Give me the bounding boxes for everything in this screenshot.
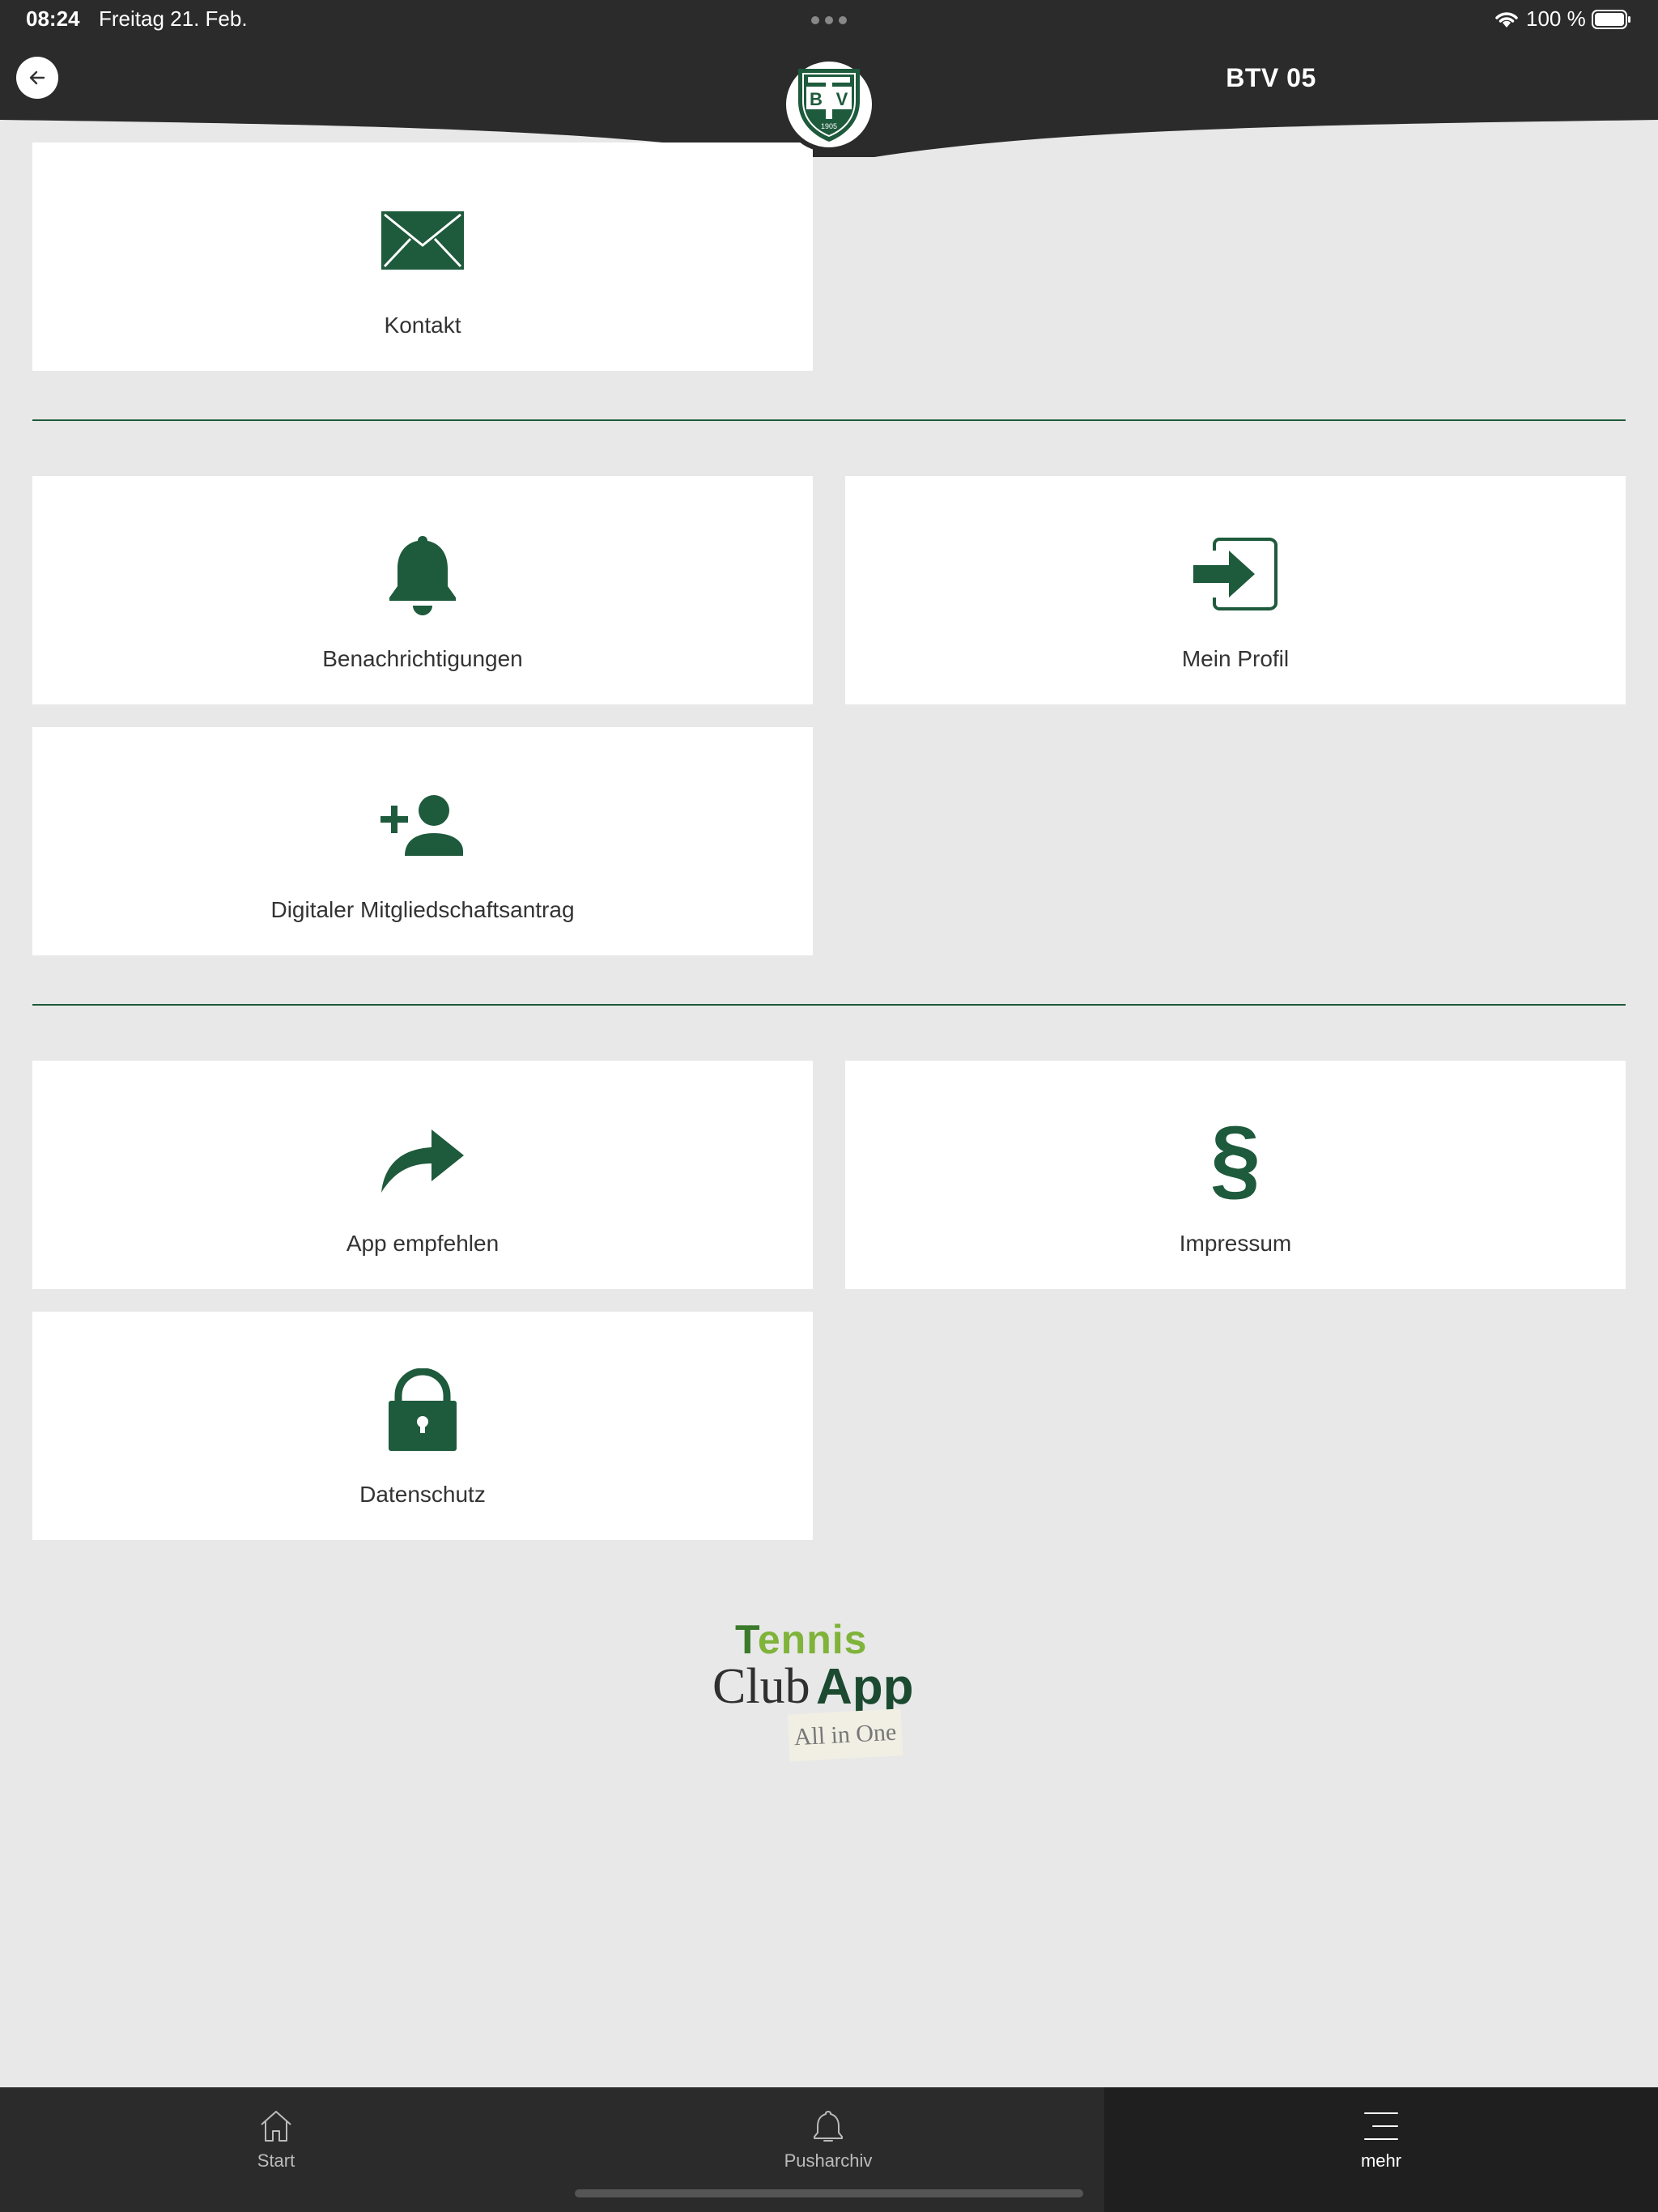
- tile-label: Impressum: [1179, 1231, 1292, 1256]
- login-icon: [1191, 530, 1280, 619]
- tile-label: Mein Profil: [1181, 646, 1290, 671]
- battery-icon: [1592, 10, 1630, 29]
- multitasking-dots-icon[interactable]: [811, 16, 847, 24]
- svg-text:V: V: [836, 89, 848, 109]
- tile-label: App empfehlen: [346, 1231, 500, 1256]
- status-bar: 08:24 Freitag 21. Feb. 100 %: [0, 0, 1658, 39]
- status-time: 08:24: [26, 6, 80, 31]
- envelope-icon: [378, 196, 467, 285]
- tab-start[interactable]: Start: [0, 2087, 552, 2212]
- tile-label: Benachrichtigungen: [322, 646, 523, 671]
- tile-kontakt[interactable]: Kontakt: [32, 143, 813, 371]
- status-date: Freitag 21. Feb.: [99, 6, 248, 31]
- share-arrow-icon: [378, 1114, 467, 1203]
- back-button[interactable]: [16, 57, 58, 99]
- page-title: BTV 05: [1226, 63, 1316, 92]
- tile-label: Kontakt: [384, 313, 461, 338]
- tab-label: mehr: [1360, 2150, 1402, 2171]
- club-logo[interactable]: B V 1905: [781, 57, 877, 152]
- svg-text:1905: 1905: [821, 122, 837, 130]
- tile-label: Digitaler Mitgliedschaftsantrag: [270, 897, 575, 922]
- wifi-icon: [1495, 12, 1518, 28]
- battery-percentage: 100 %: [1526, 6, 1586, 31]
- arrow-left-icon: [29, 70, 45, 85]
- paragraph-icon: §: [1209, 1108, 1261, 1209]
- tile-mein-profil[interactable]: Mein Profil: [845, 476, 1626, 704]
- brand-tagline: All in One: [787, 1708, 903, 1762]
- tile-impressum[interactable]: § Impressum: [845, 1061, 1626, 1289]
- club-crest-icon: B V 1905: [798, 69, 860, 142]
- tab-label: Pusharchiv: [784, 2150, 873, 2171]
- tab-label: Start: [257, 2150, 295, 2171]
- brand-tennis: Tennis: [735, 1617, 868, 1662]
- tile-label: Datenschutz: [359, 1482, 486, 1507]
- bell-icon: [378, 530, 467, 619]
- brand-club: Club: [712, 1659, 810, 1714]
- tab-mehr[interactable]: mehr: [1104, 2087, 1658, 2212]
- section-divider: [32, 1004, 1626, 1006]
- svg-text:B: B: [810, 89, 823, 109]
- tile-datenschutz[interactable]: Datenschutz: [32, 1312, 813, 1540]
- bell-outline-icon: [814, 2111, 843, 2142]
- tile-benachrichtigungen[interactable]: Benachrichtigungen: [32, 476, 813, 704]
- brand-app: App: [816, 1659, 914, 1715]
- home-icon: [261, 2111, 291, 2142]
- home-indicator[interactable]: [575, 2189, 1083, 2197]
- tile-mitgliedschaftsantrag[interactable]: Digitaler Mitgliedschaftsantrag: [32, 727, 813, 955]
- lock-icon: [378, 1365, 467, 1454]
- tennis-clubapp-logo: Tennis Club App All in One: [712, 1616, 947, 1770]
- section-divider: [32, 419, 1626, 421]
- tile-app-empfehlen[interactable]: App empfehlen: [32, 1061, 813, 1289]
- add-person-icon: [378, 781, 467, 870]
- menu-icon: [1364, 2112, 1398, 2140]
